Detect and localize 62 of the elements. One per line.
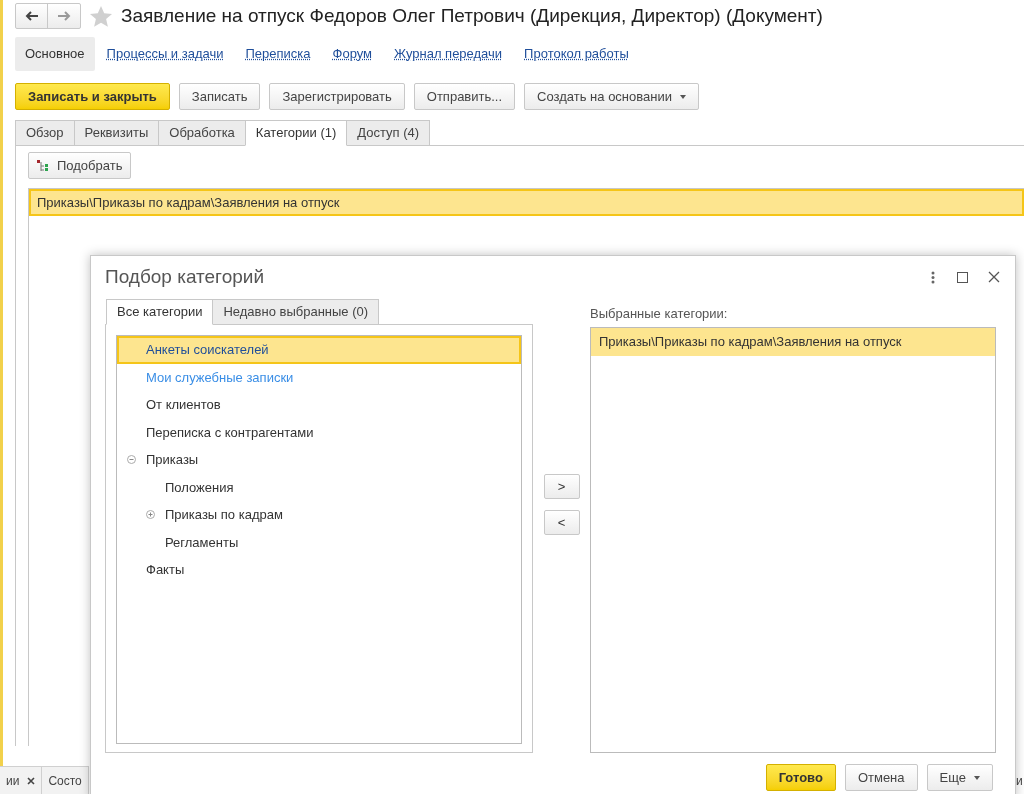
tab[interactable]: Все категории: [106, 299, 214, 325]
caret-icon: [974, 775, 980, 780]
tree-item-label: Переписка с контрагентами: [146, 423, 314, 442]
expand-icon[interactable]: [146, 510, 155, 520]
tab[interactable]: Недавно выбранные (0): [212, 299, 380, 325]
primary-button[interactable]: Готово: [765, 764, 836, 791]
more-icon[interactable]: [931, 270, 935, 284]
nav-link[interactable]: Форум: [322, 37, 383, 71]
toolbar-button[interactable]: Записать: [178, 83, 261, 110]
background-text: и: [1016, 773, 1023, 790]
tree-item[interactable]: Мои служебные записки: [117, 363, 521, 391]
tree-list-icon: [37, 158, 49, 173]
nav-link[interactable]: Переписка: [235, 37, 321, 71]
category-row[interactable]: Приказы\Приказы по кадрам\Заявления на отпуск: [29, 189, 1024, 216]
tree-item-label: Приказы по кадрам: [165, 506, 283, 524]
toolbar-button[interactable]: Отправить...: [413, 83, 516, 110]
selected-label: Выбранные категории:: [590, 305, 729, 323]
primary-button[interactable]: Записать и закрыть: [15, 83, 170, 110]
toolbar-button[interactable]: Отмена: [844, 764, 918, 791]
nav-link[interactable]: Процессы и задачи: [96, 37, 234, 71]
pick-button[interactable]: Подобрать: [28, 152, 132, 179]
tab[interactable]: Обзор: [15, 120, 75, 146]
tree-item[interactable]: Приказы по кадрам: [117, 501, 521, 529]
dialog-title: Подбор категорий: [105, 264, 265, 289]
nav-link[interactable]: Основное: [15, 37, 95, 71]
selected-row[interactable]: Приказы\Приказы по кадрам\Заявления на отпуск: [591, 327, 995, 356]
tree-item-label: Регламенты: [165, 533, 239, 552]
tree-item-label: Приказы: [146, 451, 199, 469]
tree-item[interactable]: Регламенты: [117, 528, 521, 556]
nav-link[interactable]: Протокол работы: [514, 37, 639, 71]
right-arrow-icon: [57, 11, 71, 21]
tree-item-label: Факты: [146, 561, 185, 579]
tree-item-label: Положения: [165, 478, 234, 497]
tab[interactable]: Реквизиты: [73, 120, 160, 146]
toolbar-button[interactable]: Зарегистрировать: [269, 83, 405, 110]
close-icon[interactable]: [27, 776, 36, 785]
menu-button[interactable]: Еще: [926, 764, 993, 791]
tree-item[interactable]: От клиентов: [117, 391, 521, 419]
taskbar-tab[interactable]: Состо: [42, 767, 89, 794]
nav-link[interactable]: Журнал передачи: [384, 37, 513, 71]
window-title: Заявление на отпуск Федоров Олег Петрович (Дирекция, Директор) (Документ): [121, 3, 823, 28]
menu-button[interactable]: Создать на основании: [524, 83, 699, 110]
remove-button[interactable]: <: [543, 510, 580, 535]
tab[interactable]: Доступ (4): [346, 120, 431, 146]
caret-icon: [679, 94, 686, 99]
taskbar-tab[interactable]: ии: [0, 767, 43, 794]
tree-item[interactable]: Положения: [117, 473, 521, 501]
add-button[interactable]: >: [543, 474, 580, 499]
tree-item[interactable]: Приказы: [117, 446, 521, 474]
tree-item[interactable]: Анкеты соискателей: [117, 336, 521, 364]
tree-item[interactable]: Факты: [117, 556, 521, 584]
tree-item[interactable]: Переписка с контрагентами: [117, 418, 521, 446]
maximize-icon[interactable]: [957, 271, 968, 283]
tab[interactable]: Обработка: [158, 120, 246, 146]
tree-item-label: Анкеты соискателей: [146, 341, 269, 359]
tree-item-label: Мои служебные записки: [146, 368, 294, 387]
collapse-icon[interactable]: [127, 455, 136, 465]
close-icon[interactable]: [988, 271, 1000, 283]
star-icon[interactable]: [89, 4, 113, 28]
tree-item-label: От клиентов: [146, 396, 221, 414]
tab[interactable]: Категории (1): [244, 120, 348, 146]
left-arrow-icon: [24, 11, 39, 21]
